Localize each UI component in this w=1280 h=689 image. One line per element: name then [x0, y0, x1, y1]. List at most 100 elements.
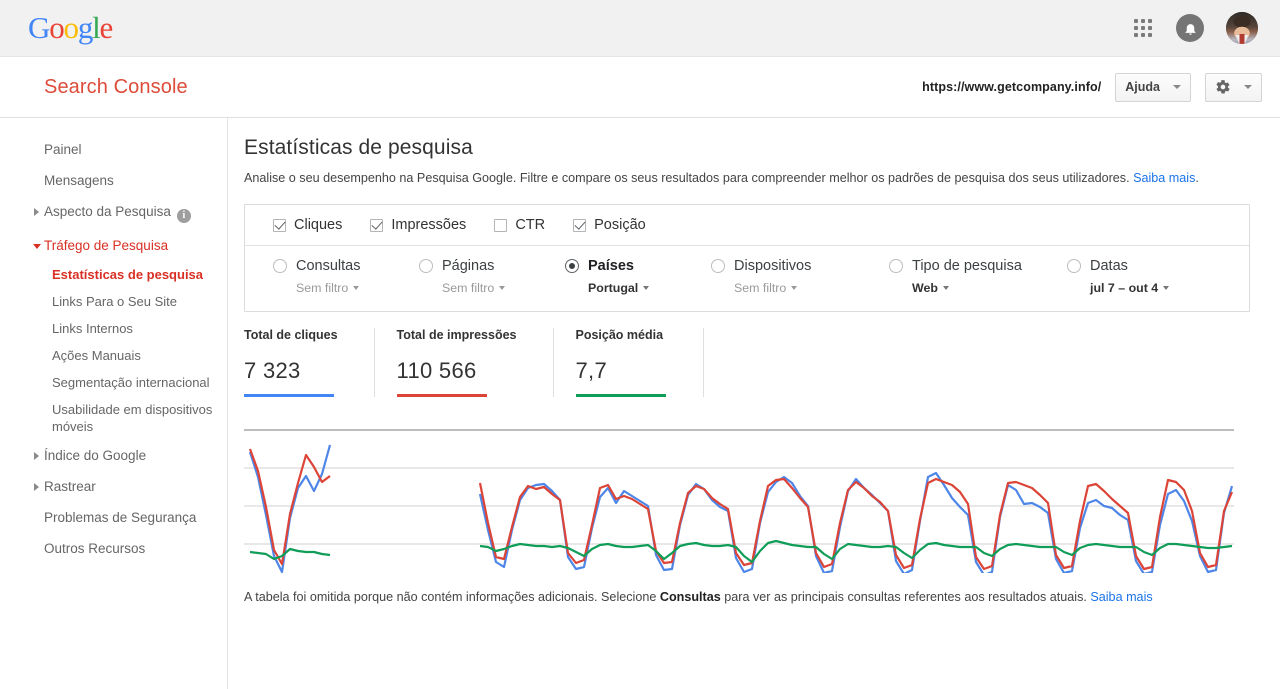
page-product-title[interactable]: Search Console	[44, 76, 188, 99]
dimension-radio-consultas[interactable]: Consultas	[273, 258, 419, 274]
dimension-p-ginas: Páginas Sem filtro	[419, 258, 565, 295]
sidebar-item-label: Problemas de Segurança	[44, 510, 197, 525]
search-analytics-chart[interactable]	[244, 423, 1250, 573]
sidebar-item-links-para-o-seu-site[interactable]: Links Para o Seu Site	[0, 288, 227, 315]
dimension-filter-tipo-de-pesquisa[interactable]: Web	[912, 281, 1067, 295]
metric-checkbox-label: Cliques	[294, 217, 343, 233]
checkbox-icon[interactable]	[494, 218, 508, 232]
google-logo-letter-0: G	[28, 10, 50, 45]
metric-checkbox-ctr[interactable]: CTR	[494, 217, 545, 233]
chevron-right-icon[interactable]	[34, 452, 39, 460]
sidebar-item-segmenta-o-internacional[interactable]: Segmentação internacional	[0, 369, 227, 396]
dimension-radio-label: Datas	[1090, 258, 1128, 274]
dimension-filter-label: Portugal	[588, 281, 639, 295]
chevron-down-icon[interactable]	[33, 244, 41, 249]
dimension-radio-dispositivos[interactable]: Dispositivos	[711, 258, 889, 274]
chevron-down-icon[interactable]	[791, 286, 798, 290]
dimension-radio-datas[interactable]: Datas	[1067, 258, 1213, 274]
main-content: Estatísticas de pesquisa Analise o seu d…	[228, 118, 1280, 689]
avatar-tie	[1239, 34, 1245, 44]
sidebar-item-links-internos[interactable]: Links Internos	[0, 315, 227, 342]
metric-checkbox-posi-o[interactable]: Posição	[573, 217, 646, 233]
google-logo-letter-2: o	[63, 10, 80, 45]
chevron-down-icon[interactable]	[643, 286, 650, 290]
dimension-filter-pa-ses[interactable]: Portugal	[588, 281, 711, 295]
chevron-right-icon[interactable]	[34, 483, 39, 491]
sidebar-item-painel[interactable]: Painel	[0, 134, 227, 165]
checkbox-icon[interactable]	[273, 218, 286, 232]
sidebar-item-rastrear[interactable]: Rastrear	[0, 471, 227, 502]
sidebar-item-label: Ações Manuais	[52, 348, 141, 363]
chevron-down-icon[interactable]	[942, 286, 949, 290]
help-button[interactable]: Ajuda	[1115, 72, 1191, 102]
chevron-right-icon[interactable]	[34, 208, 39, 216]
sidebar-item-problemas-de-seguran-a[interactable]: Problemas de Segurança	[0, 502, 227, 533]
metric-checkbox-label: Posição	[594, 217, 646, 233]
footnote-bold: Consultas	[659, 590, 721, 604]
chevron-down-icon	[1173, 85, 1181, 89]
sidebar-item-label: Aspecto da Pesquisa	[44, 204, 171, 219]
checkbox-icon[interactable]	[573, 218, 587, 232]
google-logo-letter-4: l	[92, 10, 101, 45]
checkbox-icon[interactable]	[370, 218, 384, 232]
dimension-filter-p-ginas[interactable]: Sem filtro	[442, 281, 565, 295]
dimension-datas: Datas jul 7 – out 4	[1067, 258, 1213, 295]
sidebar-item-a-es-manuais[interactable]: Ações Manuais	[0, 342, 227, 369]
total-value: 110 566	[396, 358, 477, 383]
dimension-filter-dispositivos[interactable]: Sem filtro	[734, 281, 889, 295]
settings-button[interactable]	[1205, 72, 1262, 102]
chevron-down-icon[interactable]	[353, 286, 360, 290]
dimension-filter-datas[interactable]: jul 7 – out 4	[1090, 281, 1213, 295]
metrics-checkbox-row: Cliques Impressões CTR Posição	[245, 205, 1249, 246]
sidebar-item-label: Segmentação internacional	[52, 375, 210, 390]
sidebar-item-mensagens[interactable]: Mensagens	[0, 165, 227, 196]
chevron-down-icon[interactable]	[1163, 286, 1170, 290]
page-title: Estatísticas de pesquisa	[244, 136, 473, 159]
radio-icon[interactable]	[273, 259, 287, 273]
sidebar-item-aspecto-da-pesquisa[interactable]: Aspecto da Pesquisa i	[0, 196, 227, 230]
apps-grid-icon[interactable]	[1132, 17, 1154, 39]
metric-checkbox-cliques[interactable]: Cliques	[273, 217, 342, 233]
chart-line-segment	[249, 547, 331, 561]
sidebar-nav: Painel Mensagens Aspecto da Pesquisa i Tráfe…	[0, 118, 228, 689]
sidebar-item-usabilidade-em-dispositivos-m-veis[interactable]: Usabilidade em dispositivos móveis	[0, 396, 227, 440]
radio-icon[interactable]	[1067, 259, 1081, 273]
radio-icon[interactable]	[889, 259, 903, 273]
radio-icon[interactable]	[565, 259, 579, 273]
top-bar-actions	[1132, 12, 1258, 44]
chevron-down-icon[interactable]	[499, 286, 506, 290]
radio-icon[interactable]	[711, 259, 725, 273]
radio-icon[interactable]	[419, 259, 433, 273]
dimension-filter-consultas[interactable]: Sem filtro	[296, 281, 419, 295]
site-url-label: https://www.getcompany.info/	[922, 80, 1102, 94]
total-label: Total de impressões	[396, 328, 517, 342]
sidebar-item-ndice-do-google[interactable]: Índice do Google	[0, 440, 227, 471]
sidebar-item-outros-recursos[interactable]: Outros Recursos	[0, 533, 227, 564]
total-total-de-impress-es: Total de impressões 110 566	[396, 328, 554, 397]
sidebar-item-tr-fego-de-pesquisa[interactable]: Tráfego de Pesquisa	[0, 230, 227, 261]
table-omitted-note: A tabela foi omitida porque não contém i…	[244, 589, 1250, 605]
footnote-learn-more-link[interactable]: Saiba mais	[1090, 590, 1152, 604]
info-icon[interactable]: i	[176, 209, 191, 223]
dimension-dispositivos: Dispositivos Sem filtro	[711, 258, 889, 295]
total-color-bar	[396, 394, 487, 397]
bell-icon[interactable]	[1176, 14, 1204, 42]
sidebar-item-label: Índice do Google	[44, 448, 147, 463]
avatar[interactable]	[1226, 12, 1258, 44]
dimension-radio-label: Consultas	[296, 258, 361, 274]
metric-checkbox-impress-es[interactable]: Impressões	[370, 217, 466, 233]
dimension-consultas: Consultas Sem filtro	[273, 258, 419, 295]
total-label: Total de cliques	[244, 328, 338, 342]
dimension-radio-p-ginas[interactable]: Páginas	[419, 258, 565, 274]
dimension-radio-tipo-de-pesquisa[interactable]: Tipo de pesquisa	[889, 258, 1067, 274]
dimension-tipo-de-pesquisa: Tipo de pesquisa Web	[889, 258, 1067, 295]
dimension-filter-label: Sem filtro	[734, 281, 787, 295]
gear-icon	[1216, 80, 1230, 94]
metric-checkbox-label: CTR	[515, 217, 546, 233]
learn-more-link[interactable]: Saiba mais	[1133, 171, 1195, 185]
dimensions-radio-row: Consultas Sem filtro Páginas Sem filtro País…	[245, 246, 1249, 311]
google-logo[interactable]: Google	[28, 10, 113, 46]
sidebar-item-estat-sticas-de-pesquisa[interactable]: Estatísticas de pesquisa	[0, 261, 227, 288]
dimension-radio-pa-ses[interactable]: Países	[565, 258, 711, 274]
search-console-header: Search Console https://www.getcompany.in…	[0, 57, 1280, 118]
